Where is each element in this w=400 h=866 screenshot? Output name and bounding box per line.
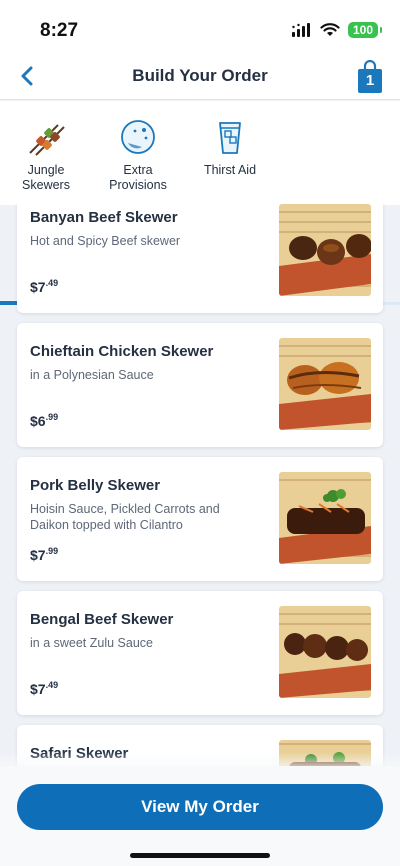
price-dollars: $7 — [30, 279, 46, 295]
skewer-photo-image — [279, 204, 371, 296]
item-description: in a Polynesian Sauce — [30, 368, 154, 382]
home-indicator — [130, 853, 270, 858]
price-cents: .49 — [45, 680, 59, 690]
menu-item-card[interactable]: Pork Belly Skewer Hoisin Sauce, Pickled … — [17, 457, 383, 581]
skewer-photo-image — [279, 472, 371, 564]
item-photo — [279, 472, 371, 564]
battery-indicator: 100 — [348, 22, 382, 38]
item-name: Banyan Beef Skewer — [30, 209, 178, 226]
price-dollars: $7 — [30, 547, 46, 563]
tab-jungle-skewers[interactable]: Jungle Skewers — [0, 101, 92, 205]
category-tabs: Jungle Skewers Extra Provisions Thirst A… — [0, 101, 400, 305]
tab-label: Jungle Skewers — [22, 163, 70, 192]
page-title: Build Your Order — [132, 66, 268, 85]
price-cents: .99 — [45, 412, 59, 422]
menu-item-card[interactable]: Bengal Beef Skewer in a sweet Zulu Sauce… — [17, 591, 383, 715]
item-description: in a sweet Zulu Sauce — [30, 636, 153, 650]
item-photo — [279, 606, 371, 698]
bag-count-badge: 1 — [365, 72, 375, 89]
menu-item-card[interactable]: Banyan Beef Skewer Hot and Spicy Beef sk… — [17, 204, 383, 313]
price-cents: .49 — [45, 278, 59, 288]
price-dollars: $6 — [30, 413, 46, 429]
tab-thirst-aid[interactable]: Thirst Aid — [184, 101, 276, 205]
item-price: $7.99 — [30, 546, 59, 563]
nav-bar: Build Your Order 1 — [0, 52, 400, 100]
tab-extra-provisions[interactable]: Extra Provisions — [92, 101, 184, 205]
view-my-order-button[interactable]: View My Order — [17, 784, 383, 830]
item-description: Hot and Spicy Beef skewer — [30, 234, 181, 248]
drink-cup-icon — [219, 122, 241, 154]
item-photo — [279, 338, 371, 430]
item-name: Pork Belly Skewer — [30, 477, 161, 494]
tab-label: Extra Provisions — [109, 163, 167, 192]
bottom-action-bar: View My Order — [0, 766, 400, 866]
status-icons: 100 — [292, 22, 382, 38]
price-dollars: $7 — [30, 681, 46, 697]
menu-item-list[interactable]: Banyan Beef Skewer Hot and Spicy Beef sk… — [0, 204, 400, 766]
item-price: $7.49 — [30, 278, 59, 295]
item-description: Hoisin Sauce, Pickled Carrots and Daikon… — [30, 502, 220, 532]
item-price: $7.49 — [30, 680, 59, 697]
item-price: $6.99 — [30, 412, 59, 429]
tab-label: Thirst Aid — [203, 163, 257, 177]
skewers-icon — [29, 124, 65, 156]
item-name: Chieftain Chicken Skewer — [30, 343, 214, 360]
item-name: Bengal Beef Skewer — [30, 611, 174, 628]
wifi-icon — [320, 23, 340, 36]
menu-item-card[interactable]: Chieftain Chicken Skewer in a Polynesian… — [17, 323, 383, 447]
skewer-photo-image — [279, 606, 371, 698]
status-bar: 8:27 100 — [0, 0, 400, 52]
shopping-bag-button[interactable]: 1 — [356, 60, 384, 94]
item-photo — [279, 204, 371, 296]
status-time: 8:27 — [40, 20, 79, 41]
skewer-photo-image — [279, 338, 371, 430]
cellular-signal-icon — [292, 23, 310, 37]
extra-provisions-icon — [121, 120, 155, 154]
price-cents: .99 — [45, 546, 59, 556]
